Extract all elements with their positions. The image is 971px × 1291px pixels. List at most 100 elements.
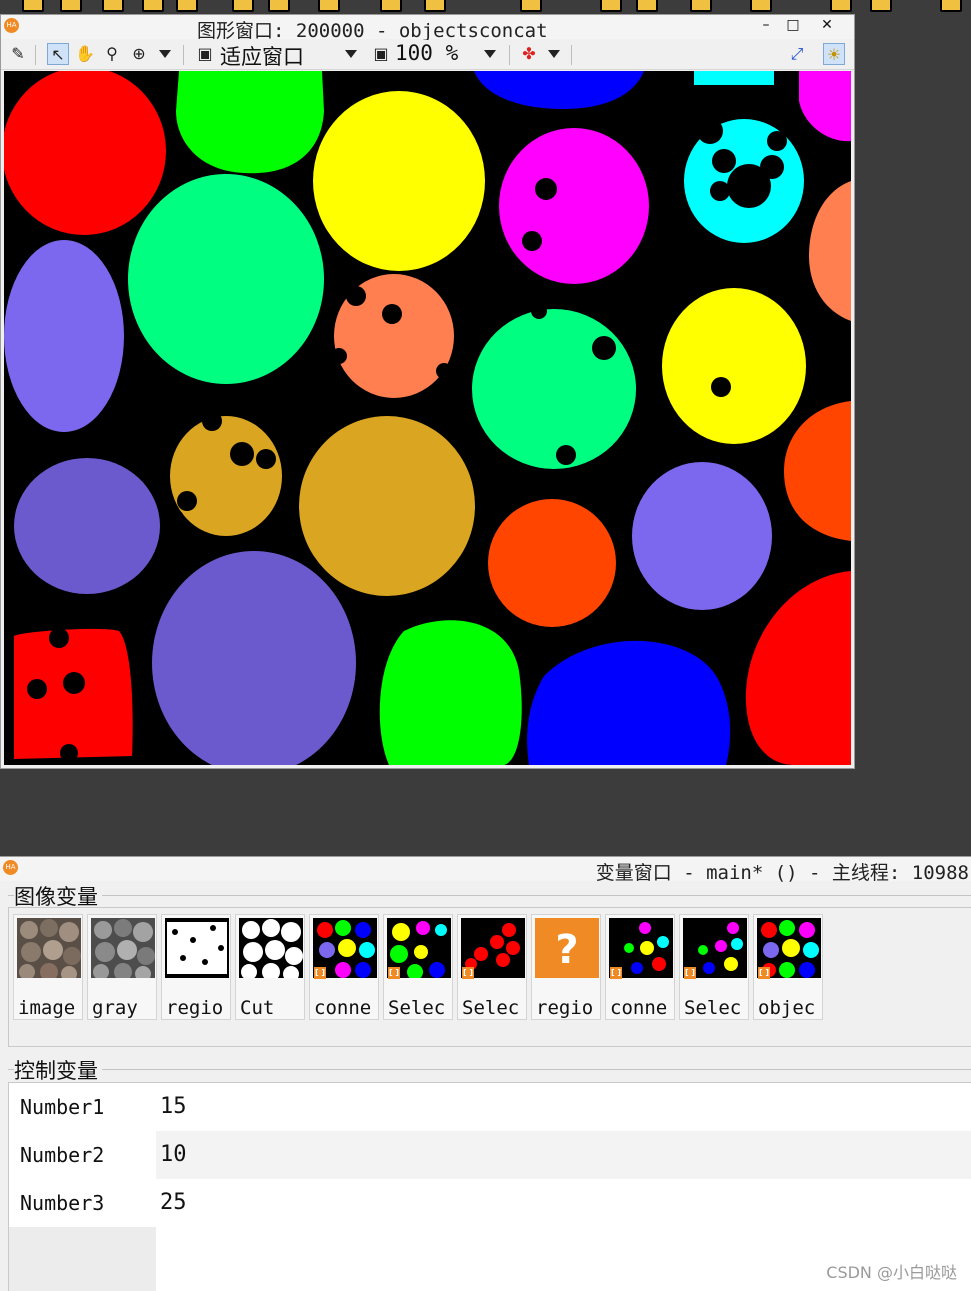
toolbar-button-4-icon[interactable] [142, 0, 164, 12]
toolbar-button-16-icon[interactable] [830, 0, 852, 12]
region-goldenrod [299, 416, 475, 596]
image-var-thumb[interactable]: image [13, 914, 83, 1020]
toolbar-button-7-icon[interactable] [268, 0, 290, 12]
hand-icon[interactable]: ✋ [74, 43, 96, 65]
close-button[interactable]: ✕ [819, 17, 835, 33]
control-var-empty-area [9, 1227, 156, 1291]
region-springgreen [128, 174, 324, 384]
zoom-value[interactable]: 100 % [395, 41, 458, 65]
image-var-label: Selec [462, 997, 520, 1019]
graphics-window-titlebar[interactable]: HA 图形窗口: 200000 - objectsconcat – □ ✕ [1, 15, 854, 42]
region-orangered [488, 499, 616, 627]
fit-window-dropdown-icon[interactable] [345, 50, 357, 58]
region-springgreen-2 [472, 309, 636, 469]
control-var-row[interactable]: Number3 25 [9, 1179, 971, 1227]
color-icon[interactable]: ✤ [518, 43, 540, 65]
image-display-canvas[interactable] [4, 71, 851, 765]
toolbar-button-15-icon[interactable] [750, 0, 772, 12]
toolbar-button-9-icon[interactable] [380, 0, 402, 12]
fit-window-label[interactable]: 适应窗口 [220, 41, 304, 71]
image-var-label: gray [92, 997, 138, 1019]
axis-icon[interactable]: ⤢ [786, 43, 808, 65]
group-divider [8, 895, 971, 896]
image-var-label: Cut [240, 997, 275, 1019]
toolbar-button-6-icon[interactable] [232, 0, 254, 12]
object-badge-icon: [ ] [314, 967, 326, 979]
toolbar-button-17-icon[interactable] [870, 0, 892, 12]
edit-icon[interactable]: ✎ [7, 43, 29, 65]
zoom-percent-icon[interactable]: ▣ [370, 43, 392, 65]
control-var-value: 15 [160, 1094, 187, 1119]
toolbar-button-2-icon[interactable] [60, 0, 82, 12]
zoom-dropdown-icon[interactable] [484, 50, 496, 58]
graphics-window-title: 图形窗口: 200000 - objectsconcat [197, 20, 548, 42]
minimize-button[interactable]: – [758, 17, 774, 33]
control-var-value: 10 [156, 1131, 971, 1179]
toolbar-button-3-icon[interactable] [102, 0, 124, 12]
region-green-2 [379, 620, 522, 765]
main-toolbar [0, 0, 971, 14]
object-badge-icon: [ ] [684, 967, 696, 979]
svg-text:?: ? [555, 927, 578, 973]
region-yellow-2 [662, 288, 806, 444]
region-slateblue-big [152, 551, 356, 765]
region-red [4, 71, 166, 235]
toolbar-button-13-icon[interactable] [636, 0, 658, 12]
halcon-logo-icon: HA [4, 18, 19, 33]
region-cut-thumbnail [239, 918, 303, 978]
image-var-thumb[interactable]: Cut [235, 914, 305, 1020]
toolbar-button-14-icon[interactable] [690, 0, 712, 12]
image-var-thumb[interactable]: [ ] Selec [457, 914, 527, 1020]
zoom-plus-icon[interactable]: ⊕ [128, 43, 150, 65]
image-var-thumb[interactable]: gray [87, 914, 157, 1020]
image-variables-panel: image gray regio Cut [] conne [] Selec… [8, 907, 971, 1047]
control-var-row[interactable]: Number1 15 [9, 1083, 971, 1131]
image-var-label: conne [610, 997, 668, 1019]
toolbar-button-8-icon[interactable] [318, 0, 340, 12]
pointer-icon[interactable]: ↖ [47, 43, 69, 65]
zoom-icon[interactable]: ⚲ [101, 43, 123, 65]
region-magenta [499, 128, 649, 284]
unknown-variable-icon: ? [535, 918, 599, 978]
region-goldenrod-small [170, 416, 282, 536]
image-var-thumb[interactable]: [ ] Selec [383, 914, 453, 1020]
toolbar-button-18-icon[interactable] [940, 0, 962, 12]
maximize-button[interactable]: □ [785, 17, 801, 33]
toolbar-button-11-icon[interactable] [520, 0, 542, 12]
image-var-thumb[interactable]: [ ] objec [753, 914, 823, 1020]
image-var-label: regio [536, 997, 594, 1019]
group-divider [8, 1069, 971, 1070]
image-var-thumb[interactable]: [ ] Selec [679, 914, 749, 1020]
object-badge-icon: [ ] [758, 967, 770, 979]
chevron-down-icon[interactable] [159, 50, 171, 58]
region-white-thumbnail [165, 918, 229, 978]
toolbar-button-5-icon[interactable] [176, 0, 198, 12]
toolbar-separator [35, 45, 36, 65]
toolbar-button-12-icon[interactable] [600, 0, 622, 12]
control-variables-label: 控制变量 [14, 1055, 102, 1085]
watermark: CSDN @小白哒哒 [826, 1263, 957, 1282]
variable-window-titlebar[interactable]: HA 变量窗口 - main* () - 主线程: 10988 [0, 857, 971, 884]
fit-window-icon[interactable]: ▣ [194, 43, 216, 65]
image-var-label: conne [314, 997, 372, 1019]
region-cyan-top [694, 71, 774, 85]
toolbar-button-10-icon[interactable] [424, 0, 446, 12]
image-var-thumb[interactable]: regio [161, 914, 231, 1020]
color-dropdown-icon[interactable] [548, 50, 560, 58]
image-var-thumb[interactable]: ? regio [531, 914, 601, 1020]
region-slateblue [14, 458, 160, 594]
image-var-label: Selec [684, 997, 742, 1019]
graphics-window: HA 图形窗口: 200000 - objectsconcat – □ ✕ ✎ … [0, 14, 855, 769]
control-var-name: Number2 [9, 1131, 156, 1179]
control-var-name: Number1 [9, 1083, 156, 1131]
image-var-thumb[interactable]: [ ] conne [309, 914, 379, 1020]
lightbulb-icon[interactable]: ☀ [823, 43, 845, 65]
image-var-label: image [18, 997, 76, 1019]
toolbar-button-1-icon[interactable] [22, 0, 44, 12]
object-badge-icon: [ ] [388, 967, 400, 979]
object-badge-icon: [ ] [462, 967, 474, 979]
object-badge-icon: [ ] [610, 967, 622, 979]
toolbar-separator [183, 45, 184, 65]
image-var-thumb[interactable]: [ ] conne [605, 914, 675, 1020]
control-var-row[interactable]: Number2 10 [9, 1131, 971, 1179]
